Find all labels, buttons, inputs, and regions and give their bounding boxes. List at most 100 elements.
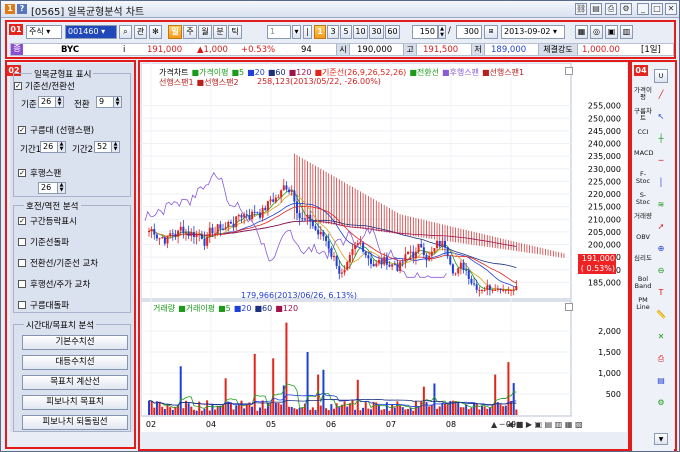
lagging-span-checkbox[interactable]: ✓ (18, 169, 26, 177)
stock-code-input[interactable]: 001460 ▾ (65, 25, 117, 39)
export-icon[interactable]: ▣ (605, 25, 618, 39)
period-day-button[interactable]: 일 (168, 25, 182, 39)
period-tick-button[interactable]: 틱 (228, 25, 242, 39)
span2-period-stepper[interactable]: ▲ ▼ (111, 142, 119, 152)
toolbar-scroll-down-icon[interactable]: ▼ (654, 433, 668, 445)
option-checkbox-lag-cross[interactable] (18, 280, 26, 288)
period-minute-button[interactable]: 분 (213, 25, 227, 39)
candle-body (303, 218, 306, 220)
option-checkbox-base-break[interactable] (18, 238, 26, 246)
maximize-button[interactable]: □ (651, 3, 663, 15)
settings-icon[interactable]: ⚙ (620, 3, 632, 15)
basic-number-line-button[interactable]: 기본수치선 (22, 335, 128, 350)
help-icon[interactable]: ? (17, 4, 27, 14)
cursor-icon[interactable]: ↖ (654, 111, 668, 123)
collapse-toolbar-icon[interactable]: ∪ (654, 69, 668, 83)
indicator-label[interactable]: 가격이평 (634, 87, 652, 101)
arrow-icon[interactable]: ➚ (654, 221, 668, 233)
conversion-period-stepper[interactable]: ▲ ▼ (113, 97, 121, 107)
indicator-label[interactable]: CCI (634, 129, 652, 136)
trend-line-icon[interactable]: ╱ (654, 89, 668, 101)
indicator-label[interactable]: 거래량 (634, 213, 652, 220)
cross-line-icon[interactable]: ┼ (654, 133, 668, 145)
interval-10-button[interactable]: 10 (353, 25, 368, 39)
period-month-button[interactable]: 월 (198, 25, 212, 39)
fibonacci-icon[interactable]: ≋ (654, 199, 668, 211)
save-icon[interactable]: ▤ (654, 375, 668, 387)
fibonacci-retracement-button[interactable]: 피보나치 되돌림선 (22, 415, 128, 430)
volume-bar (436, 408, 439, 415)
indicator-label[interactable]: Bol Band (634, 276, 652, 290)
lagging-period-stepper[interactable]: ▲ ▼ (57, 183, 65, 193)
apply-button[interactable]: ⊞ (484, 25, 498, 39)
ichimoku-chart-svg[interactable]: 255,000 250,000 245,000 240,000 235,000 230,0… (141, 63, 627, 432)
cloud-checkbox[interactable]: ✓ (18, 126, 26, 134)
total-count-input[interactable]: 300 (456, 25, 482, 39)
close-button[interactable]: ✕ (665, 3, 677, 15)
ichimoku-display-group: 일목균형표 표시 ✓ 기준선/전환선 기준 26 ▲ ▼ 전환 9 ▲ ▼ ✓ 구름대 … (13, 68, 131, 197)
option-checkbox-range[interactable]: ✓ (18, 217, 26, 225)
indicator-label[interactable]: OBV (634, 234, 652, 241)
interval-prev-icon[interactable]: | (303, 25, 312, 39)
equal-number-line-button[interactable]: 대등수치선 (22, 355, 128, 370)
print-icon[interactable]: ⎙ (654, 353, 668, 365)
count-input[interactable]: 150 (412, 25, 438, 39)
candle-body (208, 227, 211, 238)
indicator-label[interactable]: PM Line (634, 297, 652, 311)
calendar-icon[interactable]: ▦ (575, 25, 588, 39)
span1-period-stepper[interactable]: ▲ ▼ (57, 142, 65, 152)
minimize-button[interactable]: _ (637, 3, 649, 15)
count-stepper[interactable]: ▲ ▼ (438, 25, 446, 39)
chart-nav-controls[interactable]: ▲ ─ ◀ ■ ▶ ▣ ▤ ▥ ▦ ▧ (491, 420, 583, 429)
print-icon[interactable]: ⎙ (605, 3, 617, 15)
interval-60-button[interactable]: 60 (385, 25, 400, 39)
zoom-in-icon[interactable]: ⊕ (654, 243, 668, 255)
date-input[interactable]: 2013-09-02 ▾ (501, 25, 565, 39)
indicator-label[interactable]: 구름차트 (634, 108, 652, 122)
span1-period-input[interactable]: 26 ▲ ▼ (40, 141, 66, 153)
candle-body (454, 273, 457, 275)
indicator-label[interactable]: MACD (634, 150, 653, 157)
link-icon[interactable]: ⛓ (575, 3, 587, 15)
lagging-period-input[interactable]: 26 ▲ ▼ (38, 182, 66, 194)
indicator-label[interactable]: 심리도 (634, 255, 652, 262)
interval-1-button[interactable]: 1 (314, 25, 326, 39)
volume-maximize-icon[interactable] (565, 303, 573, 311)
search-icon[interactable]: ⌕ (119, 25, 132, 39)
market-select[interactable]: 주식 ▾ (26, 25, 62, 39)
candle-body (380, 259, 383, 265)
indicator-label[interactable]: S-Stoc (634, 192, 652, 206)
fibonacci-target-button[interactable]: 피보나치 목표치 (22, 395, 128, 410)
interval-30-button[interactable]: 30 (369, 25, 384, 39)
horizontal-line-icon[interactable]: ─ (654, 155, 668, 167)
save-icon[interactable]: ▤ (590, 3, 602, 15)
ruler-icon[interactable]: 📏 (654, 309, 668, 321)
volume-bar (158, 401, 161, 415)
period-week-button[interactable]: 주 (183, 25, 197, 39)
target-calc-line-button[interactable]: 목표치 계산선 (22, 375, 128, 390)
base-period-input[interactable]: 26 ▲ ▼ (38, 96, 64, 108)
base-line-checkbox[interactable]: ✓ (14, 82, 22, 90)
base-period-stepper[interactable]: ▲ ▼ (55, 97, 63, 107)
interval-5-button[interactable]: 5 (340, 25, 352, 39)
vertical-line-icon[interactable]: │ (654, 177, 668, 189)
conversion-period-input[interactable]: 9 ▲ ▼ (96, 96, 122, 108)
volume-bar (465, 404, 468, 415)
layout-icon[interactable]: ▥ (620, 25, 633, 39)
chart-settings-icon[interactable]: ◎ (590, 25, 603, 39)
interval-dropdown-icon[interactable]: ▾ (292, 25, 301, 39)
span2-period-input[interactable]: 52 ▲ ▼ (94, 141, 120, 153)
interest-button[interactable]: 관 (134, 25, 147, 39)
delete-icon[interactable]: ✕ (654, 331, 668, 343)
chart-maximize-icon[interactable] (565, 67, 573, 75)
setting-icon[interactable]: ⚙ (654, 397, 668, 409)
option-checkbox-cross[interactable] (18, 259, 26, 267)
gear-icon[interactable]: ✻ (149, 25, 162, 39)
zoom-out-icon[interactable]: ⊖ (654, 265, 668, 277)
info-icon[interactable]: i (123, 45, 125, 56)
text-icon[interactable]: T (654, 287, 668, 299)
option-checkbox-cloud-break[interactable] (18, 301, 26, 309)
interval-3-button[interactable]: 3 (327, 25, 339, 39)
indicator-label[interactable]: F-Stoc (634, 171, 652, 185)
interval-select[interactable]: 1 (267, 25, 291, 39)
